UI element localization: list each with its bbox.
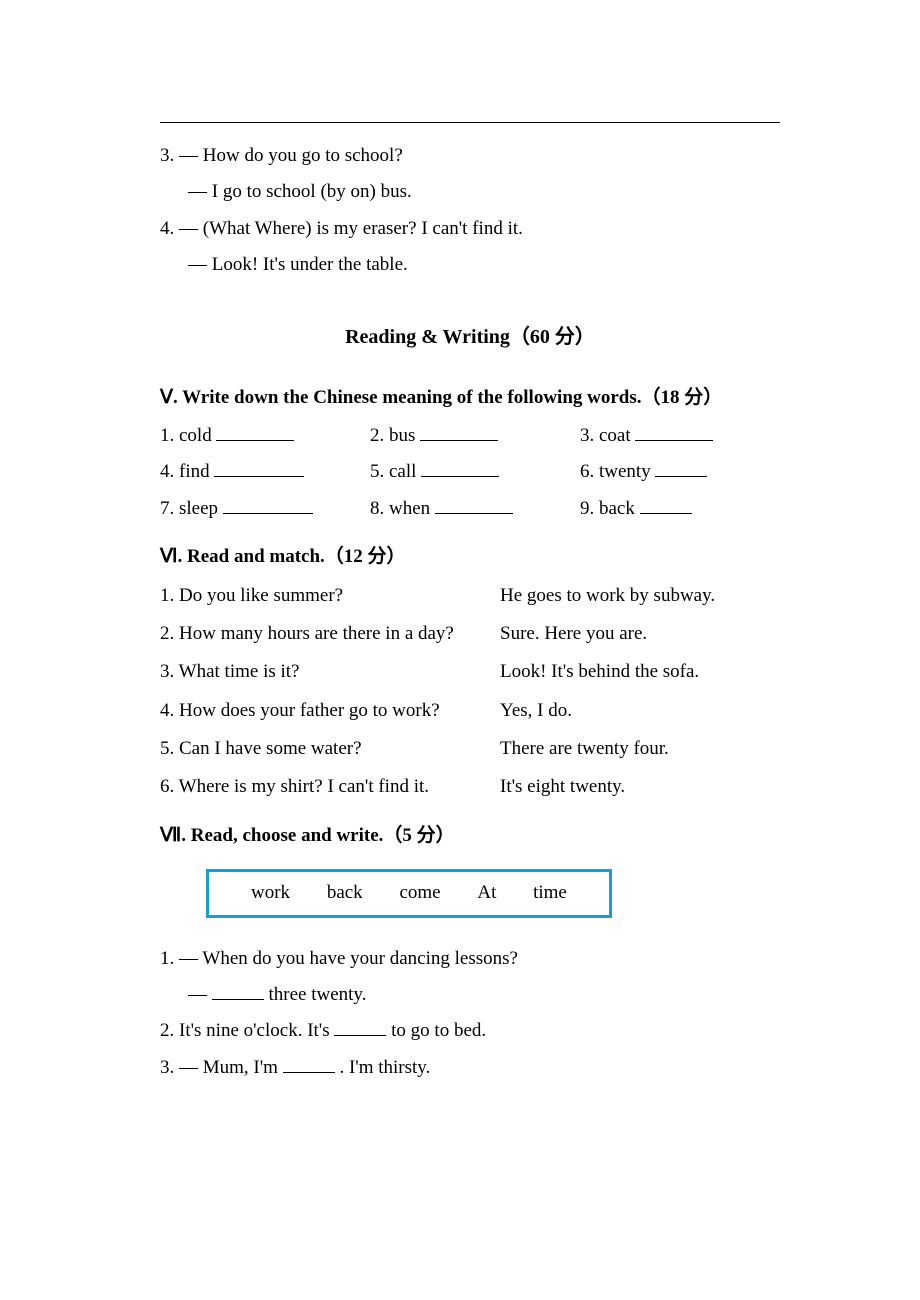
blank-input[interactable] — [283, 1053, 335, 1073]
vocab-item: 3. coat — [580, 421, 780, 451]
answer-blank-line[interactable] — [160, 100, 780, 123]
fill-q3: 3. — Mum, I'm . I'm thirsty. — [160, 1053, 780, 1083]
vocab-word: 1. cold — [160, 425, 212, 446]
blank-input[interactable] — [655, 457, 707, 477]
match-question: 1. Do you like summer? — [160, 581, 343, 611]
vocab-item: 4. find — [160, 457, 360, 487]
word-bank-item: time — [533, 878, 567, 908]
blank-input[interactable] — [635, 421, 713, 441]
vocab-grid: 1. cold 2. bus 3. coat 4. find 5. call 6… — [160, 421, 780, 524]
match-answer: Yes, I do. — [500, 696, 780, 726]
text-fragment: . I'm thirsty. — [339, 1057, 430, 1078]
match-row: 5. Can I have some water? There are twen… — [160, 734, 780, 764]
vocab-item: 7. sleep — [160, 494, 360, 524]
blank-input[interactable] — [334, 1016, 386, 1036]
blank-input[interactable] — [640, 494, 692, 514]
word-bank-item: back — [327, 878, 363, 908]
text-fragment: 3. — Mum, I'm — [160, 1057, 283, 1078]
word-bank-item: At — [477, 878, 496, 908]
vocab-word: 6. twenty — [580, 461, 651, 482]
vocab-item: 6. twenty — [580, 457, 780, 487]
worksheet-page: 3. — How do you go to school? — I go to … — [0, 0, 920, 1149]
blank-input[interactable] — [216, 421, 294, 441]
vocab-word: 2. bus — [370, 425, 415, 446]
vocab-item: 9. back — [580, 494, 780, 524]
fill-q1-line1: 1. — When do you have your dancing lesso… — [160, 944, 780, 974]
word-bank-item: come — [399, 878, 440, 908]
vocab-word: 5. call — [370, 461, 416, 482]
match-question: 3. What time is it? — [160, 657, 300, 687]
match-answer: Look! It's behind the sofa. — [500, 657, 780, 687]
section-6-heading: Ⅵ. Read and match.（12 分） — [160, 542, 780, 572]
match-list: 1. Do you like summer? He goes to work b… — [160, 581, 780, 803]
section-7-heading: Ⅶ. Read, choose and write.（5 分） — [160, 821, 780, 851]
blank-input[interactable] — [212, 980, 264, 1000]
blank-input[interactable] — [214, 457, 304, 477]
match-answer: It's eight twenty. — [500, 772, 780, 802]
text-fragment: to go to bed. — [391, 1020, 486, 1041]
word-bank-item: work — [251, 878, 290, 908]
reading-writing-title: Reading & Writing（60 分） — [160, 321, 780, 353]
blank-input[interactable] — [421, 457, 499, 477]
match-question: 5. Can I have some water? — [160, 734, 362, 764]
blank-input[interactable] — [223, 494, 313, 514]
vocab-word: 4. find — [160, 461, 210, 482]
match-answer: He goes to work by subway. — [500, 581, 780, 611]
match-row: 3. What time is it? Look! It's behind th… — [160, 657, 780, 687]
match-answer: There are twenty four. — [500, 734, 780, 764]
text-fragment: 2. It's nine o'clock. It's — [160, 1020, 334, 1041]
text-fragment: three twenty. — [269, 984, 367, 1005]
word-bank-box: work back come At time — [206, 869, 612, 917]
vocab-item: 5. call — [370, 457, 570, 487]
fill-q2: 2. It's nine o'clock. It's to go to bed. — [160, 1016, 780, 1046]
question-3-line1: 3. — How do you go to school? — [160, 141, 780, 171]
blank-input[interactable] — [420, 421, 498, 441]
vocab-item: 2. bus — [370, 421, 570, 451]
section-5-heading: Ⅴ. Write down the Chinese meaning of the… — [160, 383, 780, 413]
match-row: 4. How does your father go to work? Yes,… — [160, 696, 780, 726]
vocab-word: 3. coat — [580, 425, 631, 446]
blank-input[interactable] — [435, 494, 513, 514]
vocab-word: 7. sleep — [160, 498, 218, 519]
match-question: 6. Where is my shirt? I can't find it. — [160, 772, 429, 802]
match-answer: Sure. Here you are. — [500, 619, 780, 649]
question-4-line2: — Look! It's under the table. — [160, 250, 780, 280]
vocab-item: 8. when — [370, 494, 570, 524]
match-row: 6. Where is my shirt? I can't find it. I… — [160, 772, 780, 802]
question-3-line2: — I go to school (by on) bus. — [160, 177, 780, 207]
question-4-line1: 4. — (What Where) is my eraser? I can't … — [160, 214, 780, 244]
vocab-item: 1. cold — [160, 421, 360, 451]
match-question: 2. How many hours are there in a day? — [160, 619, 454, 649]
vocab-word: 9. back — [580, 498, 635, 519]
match-question: 4. How does your father go to work? — [160, 696, 440, 726]
fill-q1-line2: — three twenty. — [160, 980, 780, 1010]
text-fragment: — — [188, 984, 212, 1005]
match-row: 1. Do you like summer? He goes to work b… — [160, 581, 780, 611]
vocab-word: 8. when — [370, 498, 430, 519]
match-row: 2. How many hours are there in a day? Su… — [160, 619, 780, 649]
